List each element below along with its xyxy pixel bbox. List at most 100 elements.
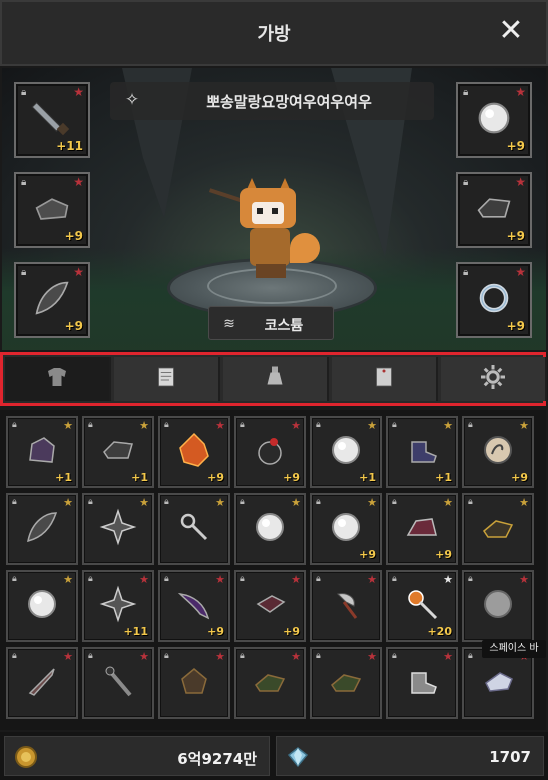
enhance-level: +9 [64,229,83,243]
enhance-level: +9 [506,229,525,243]
stone-icon [98,430,138,474]
lock-icon: 🔒︎ [316,651,321,661]
grade-star-icon: ★ [443,496,453,509]
costume-button[interactable]: ≋ 코스튬 [208,306,334,340]
grade-star-icon: ★ [291,650,301,663]
enhance-level: +1 [435,471,452,484]
grade-star-icon: ★ [291,573,301,586]
lock-icon: 🔒︎ [468,497,473,507]
close-icon[interactable]: ✕ [496,16,526,46]
inventory-slot[interactable]: 🔒︎ ★ [386,647,458,719]
inventory-slot[interactable]: 🔒︎ ★ +9 [234,570,306,642]
inventory-slot[interactable]: 🔒︎ ★ [158,493,230,565]
inventory-slot[interactable]: 🔒︎ ★ +1 [386,416,458,488]
currency-bar: 6억9274만 1707 [0,732,548,780]
enhance-level: +11 [123,625,148,638]
inventory-slot[interactable]: 🔒︎ ★ +9 [310,493,382,565]
enhance-level: +9 [506,319,525,333]
inventory-slot[interactable]: 🔒︎ ★ +9 [158,416,230,488]
inventory-slot[interactable]: 🔒︎ ★ +9 [234,416,306,488]
lock-icon: 🔒︎ [468,420,473,430]
lock-icon: 🔒︎ [88,497,93,507]
inventory-slot[interactable]: 🔒︎ ★ [462,493,534,565]
grade-star-icon: ★ [63,573,73,586]
gem-amount: 1707 [489,748,531,766]
tab-scroll[interactable] [114,357,220,401]
inventory-slot[interactable]: 🔒︎ ★ [6,647,78,719]
inventory-grid: 🔒︎ ★ +1 🔒︎ ★ +1 🔒︎ ★ +9 🔒︎ ★ +9 🔒︎ ★ +1 🔒︎ ★ +1 🔒︎ ★ +9 🔒︎ ★ 🔒︎… [0,410,546,730]
inventory-slot[interactable]: 🔒︎ ★ +9 [386,493,458,565]
lock-icon: 🔒︎ [316,497,321,507]
lock-icon: 🔒︎ [463,87,469,98]
lock-icon: 🔒︎ [240,497,245,507]
gold-amount: 6억9274만 [177,750,257,768]
lock-icon: 🔒︎ [316,574,321,584]
inventory-slot[interactable]: 🔒︎ ★ +11 [82,570,154,642]
potion-icon [260,362,290,396]
tab-potion[interactable] [223,357,329,401]
armor-icon [30,186,74,234]
inventory-slot[interactable]: 🔒︎ ★ [82,647,154,719]
tab-gear[interactable] [441,357,547,401]
inventory-slot[interactable]: 🔒︎ ★ [6,493,78,565]
lock-icon: 🔒︎ [21,177,27,188]
equipment-slot[interactable]: 🔒︎ ★ +9 [456,262,532,338]
inventory-slot[interactable]: 🔒︎ ★ [462,570,534,642]
grade-star-icon: ★ [63,650,73,663]
lock-icon: 🔒︎ [164,497,169,507]
lock-icon: 🔒︎ [164,651,169,661]
inventory-slot[interactable]: 🔒︎ ★ [234,493,306,565]
diamond-icon [287,747,309,768]
inventory-slot[interactable]: 🔒︎ ★ +9 [462,416,534,488]
layers-icon: ≋ [223,316,235,332]
equipment-slot[interactable]: 🔒︎ ★ +9 [14,172,90,248]
lock-icon: 🔒︎ [21,267,27,278]
orb-icon [250,507,290,551]
inventory-slot[interactable]: 🔒︎ ★ +1 [6,416,78,488]
inventory-slot[interactable]: 🔒︎ ★ [6,570,78,642]
equipment-slot[interactable]: 🔒︎ ★ +9 [456,82,532,158]
lock-icon: 🔒︎ [88,574,93,584]
grade-star-icon: ★ [63,496,73,509]
grade-star-icon: ★ [73,265,84,279]
grade-star-icon: ★ [443,573,453,586]
grade-star-icon: ★ [73,175,84,189]
inventory-slot[interactable]: 🔒︎ ★ [158,647,230,719]
grade-star-icon: ★ [515,175,526,189]
equipment-slot[interactable]: 🔒︎ ★ +9 [456,172,532,248]
inventory-slot[interactable]: 🔒︎ ★ [310,647,382,719]
hat-icon [402,507,442,551]
inventory-slot[interactable]: 🔒︎ ★ [82,493,154,565]
character-name-plate: ✧ 뽀송말랑요망여우여우여우 [110,82,434,120]
lock-icon: 🔒︎ [240,574,245,584]
tab-shirt[interactable] [5,357,111,401]
lock-icon: 🔒︎ [392,574,397,584]
sparkle-icon: ✧ [124,90,140,110]
shirt-icon [42,362,72,396]
feather-icon [30,276,74,324]
dagger-icon [22,661,62,705]
inventory-slot[interactable]: 🔒︎ ★ +9 [158,570,230,642]
equipment-slot[interactable]: 🔒︎ ★ +11 [14,82,90,158]
inventory-slot[interactable]: 🔒︎ ★ +20 [386,570,458,642]
equipment-slot[interactable]: 🔒︎ ★ +9 [14,262,90,338]
tab-note[interactable] [332,357,438,401]
inventory-slot[interactable]: 🔒︎ ★ +1 [310,416,382,488]
feather-icon [22,507,62,551]
glove-icon [478,661,518,705]
grade-star-icon: ★ [519,419,529,432]
grade-star-icon: ★ [519,573,529,586]
stone-icon [472,186,516,234]
grade-star-icon: ★ [367,573,377,586]
enhance-level: +9 [283,625,300,638]
gold-coin-icon [15,746,37,768]
inventory-slot[interactable]: 🔒︎ ★ [234,647,306,719]
character-name: 뽀송말랑요망여우여우여우 [206,93,372,111]
wand-icon [402,584,442,628]
inventory-slot[interactable]: 🔒︎ ★ +1 [82,416,154,488]
bundle-icon [478,507,518,551]
grade-star-icon: ★ [443,650,453,663]
inventory-slot[interactable]: 🔒︎ ★ [310,570,382,642]
enhance-level: +1 [359,471,376,484]
grade-star-icon: ★ [215,650,225,663]
